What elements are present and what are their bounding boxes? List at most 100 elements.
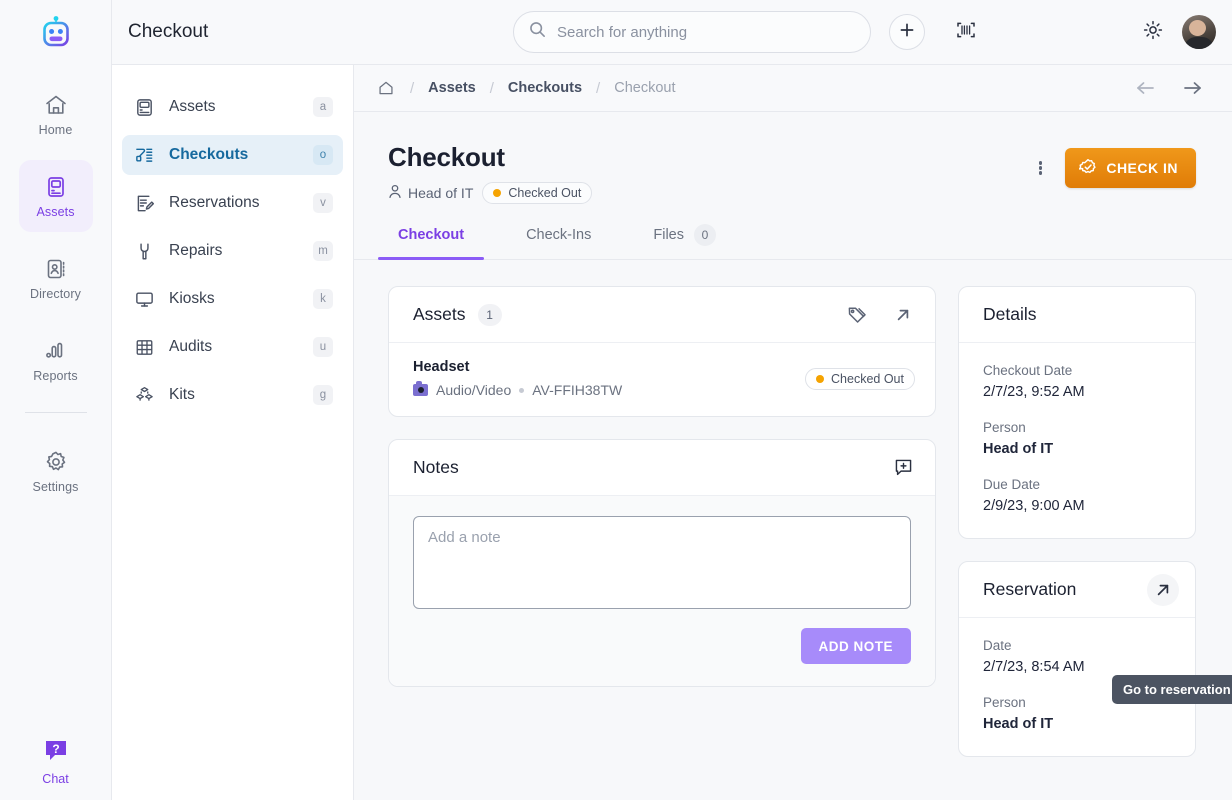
detail-field-key: Due Date [983, 477, 1041, 492]
rail-item-label: Directory [30, 286, 81, 301]
status-badge: Checked Out [482, 182, 593, 204]
side-column: Details Checkout Date 2/7/23, 9:52 AM Pe… [958, 286, 1196, 800]
robot-logo-icon[interactable] [36, 12, 76, 52]
content-columns: Assets 1 Headset Audio/Video AV-FFIH38TW… [354, 260, 1232, 800]
checkout-scanner-icon [133, 144, 155, 166]
check-badge-icon [1079, 158, 1097, 179]
chat-question-icon: ? [42, 737, 70, 768]
notes-card-actions [887, 452, 919, 484]
status-dot-icon [816, 374, 825, 383]
sidebar-item-label: Reservations [169, 194, 260, 211]
top-bar-center [354, 11, 1142, 53]
sidebar-item-assets[interactable]: Assets a [122, 87, 343, 127]
search-box[interactable] [513, 11, 871, 53]
rail-item-label: Reports [33, 368, 78, 383]
sidebar-item-shortcut: g [313, 385, 333, 405]
check-in-button[interactable]: CHECK IN [1065, 148, 1196, 188]
sidebar-item-label: Repairs [169, 242, 223, 259]
camera-emoji-icon [413, 381, 428, 396]
rail-item-label: Settings [32, 479, 79, 494]
sidebar-item-repairs[interactable]: Repairs m [122, 231, 343, 271]
sidebar-item-shortcut: k [313, 289, 333, 309]
page-person: Head of IT [388, 184, 473, 202]
tab-checkout[interactable]: Checkout [377, 224, 485, 260]
table-row[interactable]: Headset Audio/Video AV-FFIH38TW Checked … [389, 343, 935, 416]
assets-card-actions [841, 299, 919, 331]
detail-field-value: 2/7/23, 9:52 AM [983, 384, 1085, 400]
add-note-button[interactable]: ADD NOTE [800, 628, 911, 664]
sun-icon[interactable] [1142, 19, 1164, 46]
sidebar-item-audits[interactable]: Audits u [122, 327, 343, 367]
rail-item-assets[interactable]: Assets [18, 160, 93, 232]
barcode-scan-icon [954, 18, 978, 47]
arrow-left-icon[interactable] [1134, 79, 1156, 97]
top-bar: Checkout [112, 0, 1232, 65]
notes-card-header: Notes [389, 440, 935, 496]
avatar[interactable] [1182, 15, 1216, 49]
rail-item-directory[interactable]: Directory [19, 242, 93, 314]
rail-item-home[interactable]: Home [19, 78, 93, 150]
plus-icon [898, 21, 916, 44]
reservation-card-title: Reservation [983, 579, 1077, 599]
reservation-card-header: Reservation [959, 562, 1195, 618]
meta-separator-dot [519, 387, 525, 393]
reservation-field-date: Date 2/7/23, 8:54 AM [983, 638, 1171, 675]
arrow-up-right-icon[interactable] [1147, 573, 1179, 606]
search-icon [528, 20, 547, 44]
chat-button[interactable]: ? Chat [42, 737, 70, 786]
reservation-card-actions [1147, 573, 1179, 606]
tags-icon[interactable] [841, 299, 873, 331]
detail-field-person: Person Head of IT [983, 420, 1171, 457]
svg-text:?: ? [52, 742, 59, 756]
arrow-right-icon[interactable] [1182, 79, 1204, 97]
home-outline-icon[interactable] [376, 78, 396, 98]
sidebar-item-kits[interactable]: Kits g [122, 375, 343, 415]
breadcrumb-item-checkouts[interactable]: Checkouts [508, 80, 582, 96]
sidebar-item-checkouts[interactable]: Checkouts o [122, 135, 343, 175]
breadcrumb: / Assets / Checkouts / Checkout [376, 78, 1134, 98]
search-input[interactable] [557, 23, 856, 41]
asset-tag: AV-FFIH38TW [532, 382, 623, 398]
sidebar-item-shortcut: u [313, 337, 333, 357]
sidebar-item-kiosks[interactable]: Kiosks k [122, 279, 343, 319]
primary-nav-rail: Home Assets Directory Reports Settings ?… [0, 0, 112, 800]
detail-field-due-date: Due Date 2/9/23, 9:00 AM [983, 477, 1171, 514]
person-icon [388, 184, 402, 202]
detail-field-key: Person [983, 420, 1026, 435]
main-column: Assets 1 Headset Audio/Video AV-FFIH38TW… [388, 286, 936, 800]
breadcrumb-item-assets[interactable]: Assets [428, 80, 476, 96]
page-person-label: Head of IT [408, 185, 474, 201]
tab-check-ins[interactable]: Check-Ins [516, 224, 601, 259]
asset-status-badge: Checked Out [805, 367, 915, 390]
add-button[interactable] [889, 14, 925, 50]
home-icon [43, 92, 69, 118]
sidebar-item-shortcut: o [313, 145, 333, 165]
arrow-up-right-icon[interactable] [887, 299, 919, 331]
page-body: Checkout Head of IT Checked Out CHECK IN… [354, 112, 1232, 800]
notes-card-body: ADD NOTE [389, 496, 935, 686]
secondary-nav-column: Checkout Assets a [112, 0, 354, 800]
breadcrumb-item-current: Checkout [614, 80, 676, 96]
status-badge-label: Checked Out [508, 186, 582, 200]
breadcrumb-separator: / [596, 79, 601, 97]
gear-icon [43, 449, 69, 475]
asset-name: Headset [413, 359, 470, 375]
rail-item-settings[interactable]: Settings [19, 435, 93, 507]
note-input[interactable] [413, 516, 911, 609]
top-bar-title: Checkout [112, 21, 354, 43]
barcode-scan-button[interactable] [949, 15, 983, 49]
comment-plus-icon[interactable] [887, 452, 919, 484]
tab-files[interactable]: Files 0 [643, 224, 726, 259]
rail-item-reports[interactable]: Reports [19, 324, 93, 396]
page-header: Checkout Head of IT Checked Out CHECK IN [354, 112, 1232, 204]
detail-field-checkout-date: Checkout Date 2/7/23, 9:52 AM [983, 363, 1171, 400]
sidebar-item-reservations[interactable]: Reservations v [122, 183, 343, 223]
more-vertical-icon[interactable] [1027, 153, 1053, 183]
page-subtitle: Head of IT Checked Out [388, 182, 1027, 204]
breadcrumb-separator: / [489, 79, 494, 97]
status-dot-icon [493, 189, 502, 197]
page-title: Checkout [388, 142, 505, 172]
notes-card-title: Notes [413, 457, 459, 477]
detail-field-value: Head of IT [983, 441, 1054, 457]
sidebar-item-label: Kits [169, 386, 195, 403]
